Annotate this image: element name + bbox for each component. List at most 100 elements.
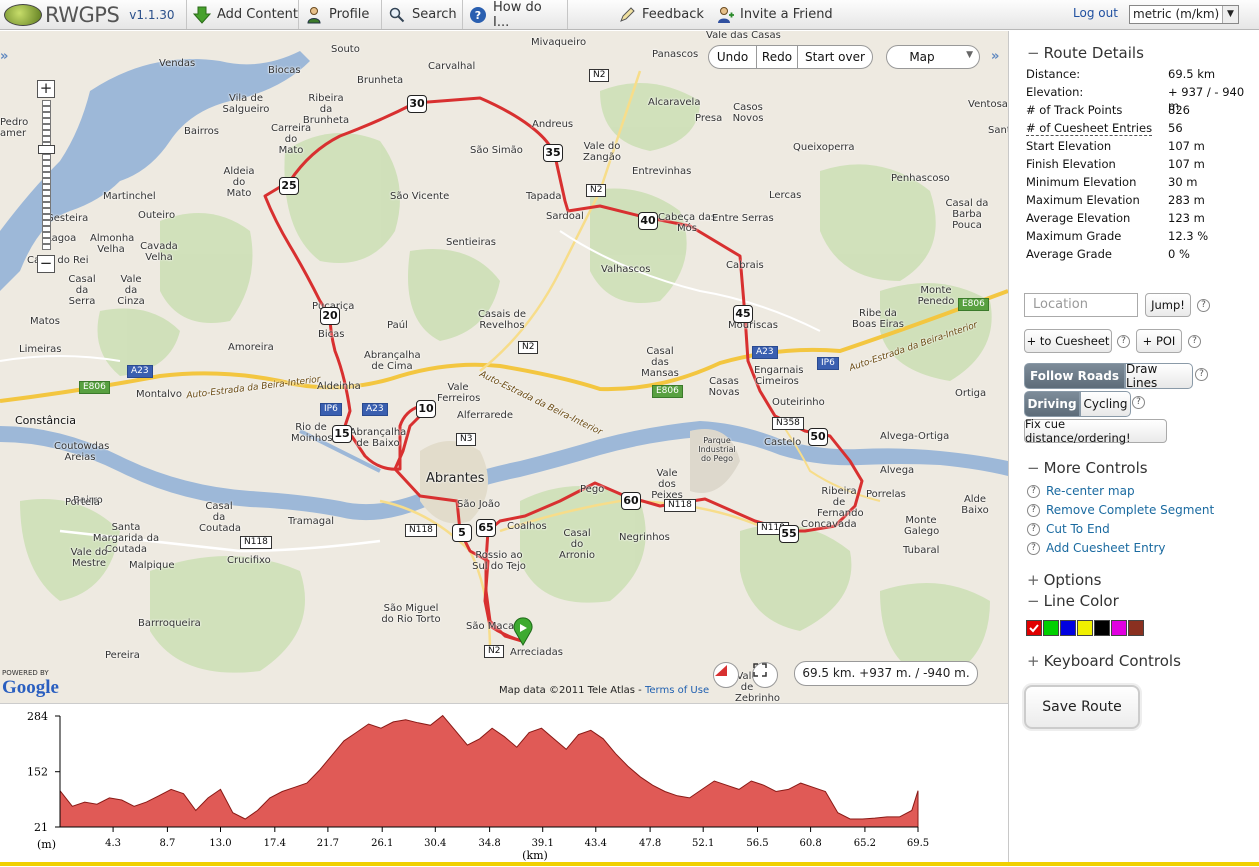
jump-button[interactable]: Jump! [1145, 293, 1191, 317]
help-icon: ? [1027, 484, 1040, 498]
link-label: Cut To End [1046, 522, 1110, 536]
fullscreen-icon[interactable] [752, 662, 778, 688]
place-label: Sardoal [546, 211, 584, 222]
road-shield: A23 [752, 346, 778, 359]
add-cuesheet-entry-link[interactable]: ? Add Cuesheet Entry [1027, 540, 1165, 556]
route-detail-key: Average Grade [1026, 247, 1112, 261]
cut-to-end-link[interactable]: ? Cut To End [1027, 521, 1110, 537]
place-label: Casal das Mansas [641, 346, 679, 379]
units-select[interactable]: metric (m/km) ▼ [1129, 5, 1239, 24]
elevation-profile[interactable]: 21 152 284 4.3 8.7 13.0 17.4 21.7 26.1 30.4 34.8 39… [0, 703, 1008, 863]
feedback-label: Feedback [642, 7, 704, 22]
top-navigation-bar: RWGPS v1.1.30 Add Content Profile Search… [0, 0, 1259, 30]
place-label: Alferrarede [457, 410, 514, 421]
place-label: São Vicente [390, 191, 450, 202]
fix-cue-button[interactable]: Fix cue distance/ordering! [1024, 417, 1167, 445]
road-shield: E806 [958, 298, 989, 311]
to-cuesheet-button[interactable]: + to Cuesheet [1024, 329, 1112, 353]
feedback-button[interactable]: Feedback [612, 0, 712, 29]
how-do-i-button[interactable]: ? How do I... [462, 0, 568, 30]
place-label: Vila de Salgueiro [222, 93, 270, 115]
terms-of-use-link[interactable]: Terms of Use [645, 685, 709, 696]
line-color-header[interactable]: − Line Color [1027, 592, 1119, 610]
map-type-select[interactable]: Map ▼ [886, 45, 980, 69]
rwgps-logo[interactable]: RWGPS v1.1.30 [4, 3, 175, 27]
route-detail-value: 283 m [1168, 193, 1205, 207]
road-shield: N2 [589, 69, 610, 82]
search-button[interactable]: Search [381, 0, 465, 29]
draw-lines-button[interactable]: Draw Lines [1125, 362, 1193, 390]
add-content-button[interactable]: Add Content [186, 0, 306, 29]
link-label: Remove Complete Segment [1046, 503, 1215, 517]
driving-button[interactable]: Driving [1024, 391, 1080, 417]
route-detail-key: Finish Elevation [1026, 157, 1116, 171]
place-label: Casal do Arronio [558, 528, 596, 561]
place-label: Aldeia do Mato [223, 166, 255, 199]
invite-label: Invite a Friend [740, 7, 833, 22]
zoom-in-icon[interactable]: + [37, 80, 55, 98]
keyboard-controls-title: Keyboard Controls [1043, 652, 1181, 670]
start-over-button[interactable]: Start over [797, 45, 873, 69]
invite-friend-button[interactable]: Invite a Friend [710, 0, 841, 29]
options-header[interactable]: + Options [1027, 571, 1101, 589]
line-color-swatch[interactable] [1060, 620, 1076, 636]
redo-button[interactable]: Redo [756, 45, 798, 69]
place-label: Vendas [159, 58, 196, 69]
zoom-slider-track[interactable] [42, 100, 51, 250]
route-start-marker-icon[interactable] [510, 617, 536, 647]
x-tick-label: 4.3 [105, 838, 121, 849]
line-color-swatch-selected[interactable] [1026, 620, 1042, 636]
line-color-swatch[interactable] [1111, 620, 1127, 636]
help-icon[interactable]: ? [1132, 396, 1145, 409]
cycling-button[interactable]: Cycling [1080, 391, 1131, 417]
place-label: Presa [695, 113, 723, 124]
line-color-swatch[interactable] [1094, 620, 1110, 636]
x-tick-label: 21.7 [317, 838, 339, 849]
keyboard-controls-header[interactable]: + Keyboard Controls [1027, 652, 1181, 670]
remove-segment-link[interactable]: ? Remove Complete Segment [1027, 502, 1214, 518]
google-logo: POWERED BY Google [2, 669, 59, 699]
recenter-map-link[interactable]: ? Re-center map [1027, 483, 1135, 499]
place-label: Entre Serras [712, 213, 774, 224]
place-label: Cabrais [726, 260, 764, 271]
save-route-button[interactable]: Save Route [1024, 685, 1140, 729]
line-color-swatch[interactable] [1128, 620, 1144, 636]
zoom-out-icon[interactable]: − [37, 255, 55, 273]
route-details-header[interactable]: − Route Details [1027, 44, 1144, 62]
place-label: Casas Novas [708, 376, 740, 398]
place-label: Coutowdas Areias [54, 441, 110, 463]
route-detail-row: Average Elevation 123 m [1026, 211, 1256, 229]
collapse-icon: − [1027, 44, 1040, 62]
profile-button[interactable]: Profile [298, 0, 377, 29]
elevation-toggle-icon[interactable] [713, 662, 739, 688]
help-icon[interactable]: ? [1195, 368, 1208, 381]
add-poi-button[interactable]: + POI [1136, 329, 1182, 353]
location-input[interactable]: Location [1024, 293, 1138, 317]
help-icon[interactable]: ? [1117, 335, 1130, 348]
follow-roads-button[interactable]: Follow Roads [1024, 363, 1125, 389]
collapse-left-icon[interactable]: » [0, 49, 16, 65]
help-icon[interactable]: ? [1188, 335, 1201, 348]
undo-button[interactable]: Undo [708, 45, 757, 69]
x-tick-label: 47.8 [639, 838, 661, 849]
google-wordmark: Google [2, 677, 59, 698]
place-label: Valhascos [601, 264, 651, 275]
road-shield: N2 [484, 645, 505, 658]
help-icon[interactable]: ? [1197, 299, 1210, 312]
place-label: Vale do Mestre [70, 547, 108, 569]
route-detail-value: 107 m [1168, 157, 1205, 171]
place-label: Sant [988, 125, 1008, 136]
route-detail-key: Elevation: [1026, 85, 1084, 99]
logout-link[interactable]: Log out [1073, 6, 1118, 20]
add-content-label: Add Content [217, 7, 299, 22]
x-tick-label: 39.1 [532, 838, 554, 849]
route-map[interactable]: Souto Mivaqueiro Panascos Vendas Biocas … [0, 31, 1008, 703]
line-color-swatch[interactable] [1043, 620, 1059, 636]
more-controls-header[interactable]: − More Controls [1027, 459, 1148, 477]
place-label: Monte Penedo [917, 285, 955, 307]
x-tick-label: 26.1 [371, 838, 393, 849]
zoom-slider-handle[interactable] [38, 145, 55, 154]
collapse-right-icon[interactable]: » [991, 49, 1007, 65]
line-color-swatch[interactable] [1077, 620, 1093, 636]
route-detail-key[interactable]: # of Cuesheet Entries [1026, 121, 1153, 136]
